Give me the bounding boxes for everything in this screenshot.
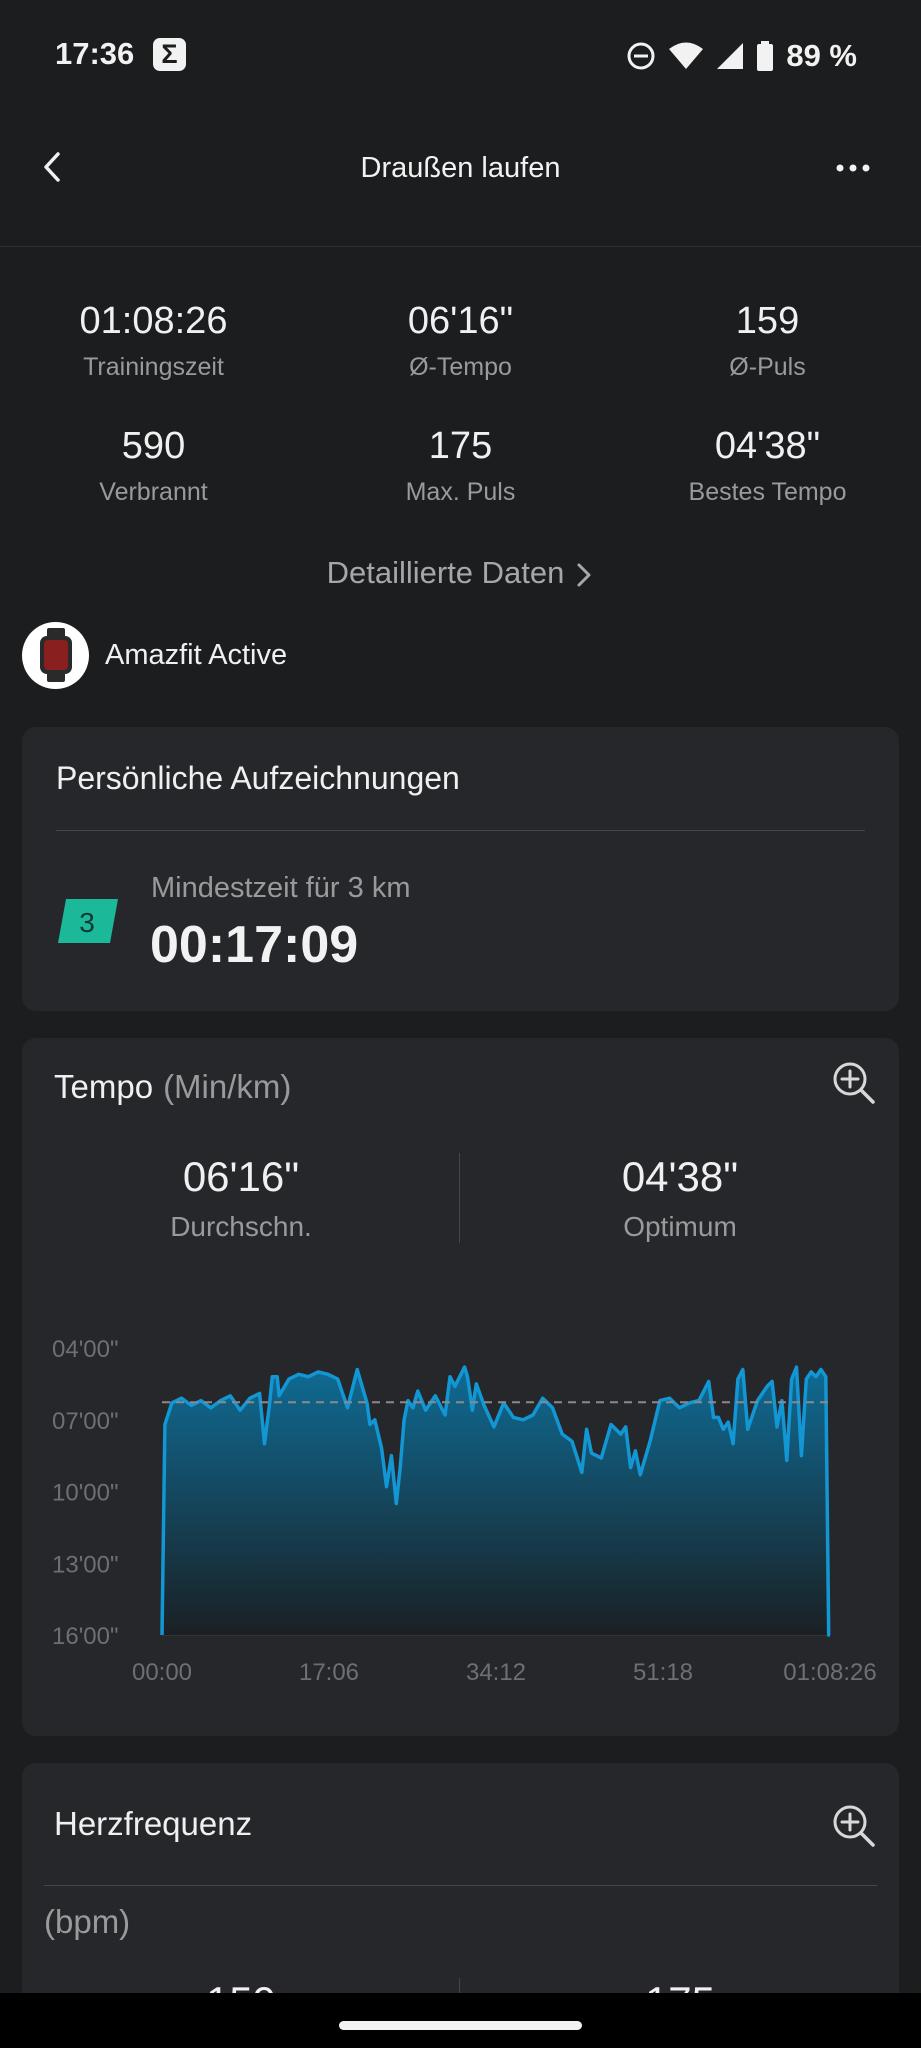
y-tick-label: 16'00" (52, 1623, 119, 1650)
stat-label: Bestes Tempo (688, 478, 847, 506)
records-title: Persönliche Aufzeichnungen (56, 760, 460, 796)
divider (56, 830, 865, 831)
stat-avg-pace: 06'16" Ø-Tempo (307, 300, 614, 382)
record-badge-3km: 3 (58, 899, 118, 948)
more-options-button[interactable] (823, 148, 883, 188)
battery-icon (757, 41, 774, 71)
more-dots-icon (836, 164, 870, 172)
stat-label: Max. Puls (405, 478, 516, 506)
x-tick-label: 17:06 (299, 1659, 359, 1686)
battery-percent: 89 % (786, 38, 857, 73)
tempo-chart[interactable]: 04'00" 07'00" 10'00" 13'00" 16'00" 00:00 17:06… (22, 1038, 899, 1736)
stat-value: 06'16" (407, 300, 514, 342)
do-not-disturb-icon (627, 42, 655, 70)
heart-rate-unit: (bpm) (44, 1903, 131, 1940)
y-tick-label: 10'00" (52, 1480, 119, 1507)
y-tick-label: 07'00" (52, 1408, 119, 1435)
stat-label: Verbrannt (99, 478, 208, 506)
x-tick-label: 51:18 (633, 1659, 693, 1686)
wifi-icon (669, 42, 704, 69)
stat-value: 04'38" (714, 425, 821, 467)
home-gesture-handle[interactable] (339, 2021, 582, 2030)
y-tick-label: 04'00" (52, 1336, 119, 1363)
stat-label: Ø-Puls (729, 353, 806, 381)
status-icons: 89 % (626, 36, 857, 76)
record-label: Mindestzeit für 3 km (151, 872, 411, 904)
stat-training-time: 01:08:26 Trainingszeit (0, 300, 307, 382)
device-row[interactable]: Amazfit Active (22, 620, 287, 690)
stat-value: 159 (735, 300, 800, 342)
stat-best-pace: 04'38" Bestes Tempo (614, 425, 921, 507)
personal-records-card[interactable]: Persönliche Aufzeichnungen 3 Mindestzeit… (22, 727, 899, 1011)
stat-value: 590 (121, 425, 186, 467)
stat-value: 175 (428, 425, 493, 467)
stat-label: Trainingszeit (83, 353, 224, 381)
device-avatar (22, 621, 89, 689)
stat-value: 01:08:26 (79, 300, 228, 342)
chevron-right-icon (577, 563, 591, 587)
stat-avg-pulse: 159 Ø-Puls (614, 300, 921, 382)
record-badge-shape: 3 (58, 899, 118, 943)
tempo-card: Tempo (Min/km) 06'16" Durchschn. 04'38" O… (22, 1038, 899, 1736)
page-title: Draußen laufen (360, 152, 561, 184)
heart-rate-zoom-button[interactable] (829, 1801, 879, 1851)
x-tick-label: 00:00 (132, 1659, 192, 1686)
detailed-data-label: Detaillierte Daten (326, 555, 565, 590)
stat-max-pulse: 175 Max. Puls (307, 425, 614, 507)
x-tick-label: 01:08:26 (783, 1659, 876, 1686)
stat-calories: 590 Verbrannt (0, 425, 307, 507)
status-time: 17:36 (55, 36, 135, 71)
smartwatch-icon (39, 628, 72, 682)
zoom-in-icon (833, 1805, 875, 1847)
record-value: 00:17:09 (150, 916, 359, 974)
status-bar: 17:36 Σ 89 % (0, 0, 921, 112)
sigma-app-icon: Σ (153, 38, 186, 71)
signal-icon (717, 43, 744, 69)
device-name: Amazfit Active (105, 638, 288, 671)
record-badge-number: 3 (79, 907, 95, 938)
y-tick-label: 13'00" (52, 1551, 119, 1578)
divider (44, 1885, 877, 1886)
heart-rate-title: Herzfrequenz (54, 1805, 253, 1842)
x-tick-label: 34:12 (466, 1659, 526, 1686)
app-header: Draußen laufen (0, 112, 921, 247)
detailed-data-link[interactable]: Detaillierte Daten (0, 555, 921, 591)
stat-label: Ø-Tempo (409, 353, 512, 381)
system-nav-bar (0, 1993, 921, 2048)
